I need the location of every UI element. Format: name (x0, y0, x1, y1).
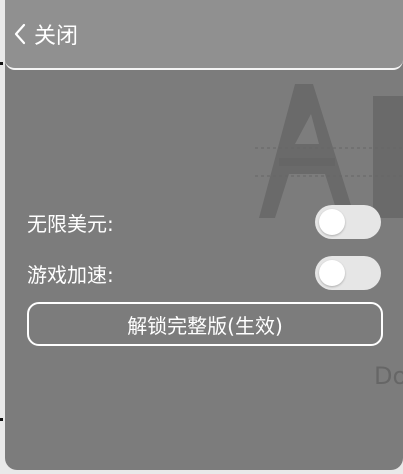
setting-label-infinite-money: 无限美元: (27, 211, 114, 236)
unlock-full-version-button[interactable]: 解锁完整版(生效) (27, 302, 383, 346)
setting-row-game-speed: 游戏加速: (27, 255, 381, 291)
infinite-money-toggle[interactable] (315, 205, 381, 239)
background-dot (0, 62, 3, 65)
game-speed-toggle[interactable] (315, 256, 381, 290)
setting-row-infinite-money: 无限美元: (27, 204, 381, 240)
setting-label-game-speed: 游戏加速: (27, 262, 114, 287)
toggle-knob (319, 209, 345, 235)
toggle-knob (319, 260, 345, 286)
cheat-menu-panel: 关闭 无限美元: 游戏加速: 解锁完整版(生效) (5, 0, 403, 470)
close-label[interactable]: 关闭 (34, 18, 78, 50)
chevron-left-icon[interactable] (12, 21, 30, 47)
close-header[interactable]: 关闭 (5, 0, 403, 70)
background-dot (0, 418, 3, 421)
